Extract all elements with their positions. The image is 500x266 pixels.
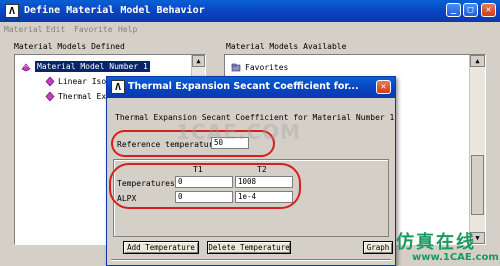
dialog-window: Λ Thermal Expansion Secant Coefficient f… bbox=[106, 76, 396, 266]
thermal-expansion-icon bbox=[45, 92, 55, 101]
watermark-corner-url: www.1CAE.com bbox=[412, 252, 499, 263]
dialog-close-button[interactable]: ✕ bbox=[376, 80, 391, 94]
menu-material[interactable]: Material bbox=[4, 25, 43, 34]
add-temperature-button[interactable]: Add Temperature bbox=[123, 241, 199, 254]
window-title: Define Material Model Behavior bbox=[24, 5, 205, 16]
tree-item-thermal-expansion[interactable]: Thermal Exp bbox=[58, 92, 111, 101]
right-panel-title: Material Models Available bbox=[226, 42, 347, 51]
dialog-title-bar: Λ Thermal Expansion Secant Coefficient f… bbox=[107, 77, 395, 98]
tree-item-linear-isotropic-label: Linear Isot bbox=[58, 77, 111, 86]
dialog-title: Thermal Expansion Secant Coefficient for… bbox=[128, 81, 359, 92]
watermark-corner-title: 仿真在线 bbox=[396, 232, 476, 253]
ansys-logo-icon: Λ bbox=[111, 80, 125, 94]
menu-favorite[interactable]: Favorite bbox=[74, 25, 113, 34]
annotation-circle bbox=[109, 163, 301, 209]
delete-temperature-button[interactable]: Delete Temperature bbox=[207, 241, 291, 254]
dialog-bottom-divider bbox=[111, 259, 391, 261]
menu-edit[interactable]: Edit bbox=[46, 25, 65, 34]
left-panel-title: Material Models Defined bbox=[14, 42, 125, 51]
tree-item-linear-isotropic[interactable]: Linear Isot bbox=[58, 77, 111, 86]
minimize-button[interactable]: _ bbox=[446, 3, 461, 17]
watermark-center: 1CAE.COM bbox=[176, 120, 301, 144]
scroll-up-button[interactable]: ▲ bbox=[470, 55, 485, 67]
scroll-thumb[interactable] bbox=[471, 155, 484, 215]
close-button[interactable]: ✕ bbox=[481, 3, 496, 17]
menu-help[interactable]: Help bbox=[118, 25, 137, 34]
graph-button[interactable]: Graph bbox=[363, 241, 393, 254]
ansys-logo-icon: Λ bbox=[5, 4, 19, 18]
maximize-button[interactable]: □ bbox=[463, 3, 478, 17]
main-title-bar: Λ Define Material Model Behavior _ □ ✕ bbox=[0, 0, 500, 22]
scroll-up-button[interactable]: ▲ bbox=[192, 55, 205, 67]
favorites-folder-icon bbox=[231, 63, 241, 72]
tree-item-material-model-label: Material Model Number 1 bbox=[37, 62, 148, 71]
tree-item-favorites[interactable]: Favorites bbox=[245, 63, 288, 72]
material-folder-icon bbox=[21, 63, 31, 72]
linear-isotropic-icon bbox=[45, 77, 55, 86]
tree-item-material-model[interactable]: Material Model Number 1 bbox=[35, 61, 150, 72]
tree-item-thermal-expansion-label: Thermal Exp bbox=[58, 92, 111, 101]
right-panel-scrollbar[interactable]: ▲ ▼ bbox=[469, 55, 485, 244]
menu-bar: Material Edit Favorite Help bbox=[0, 22, 500, 36]
